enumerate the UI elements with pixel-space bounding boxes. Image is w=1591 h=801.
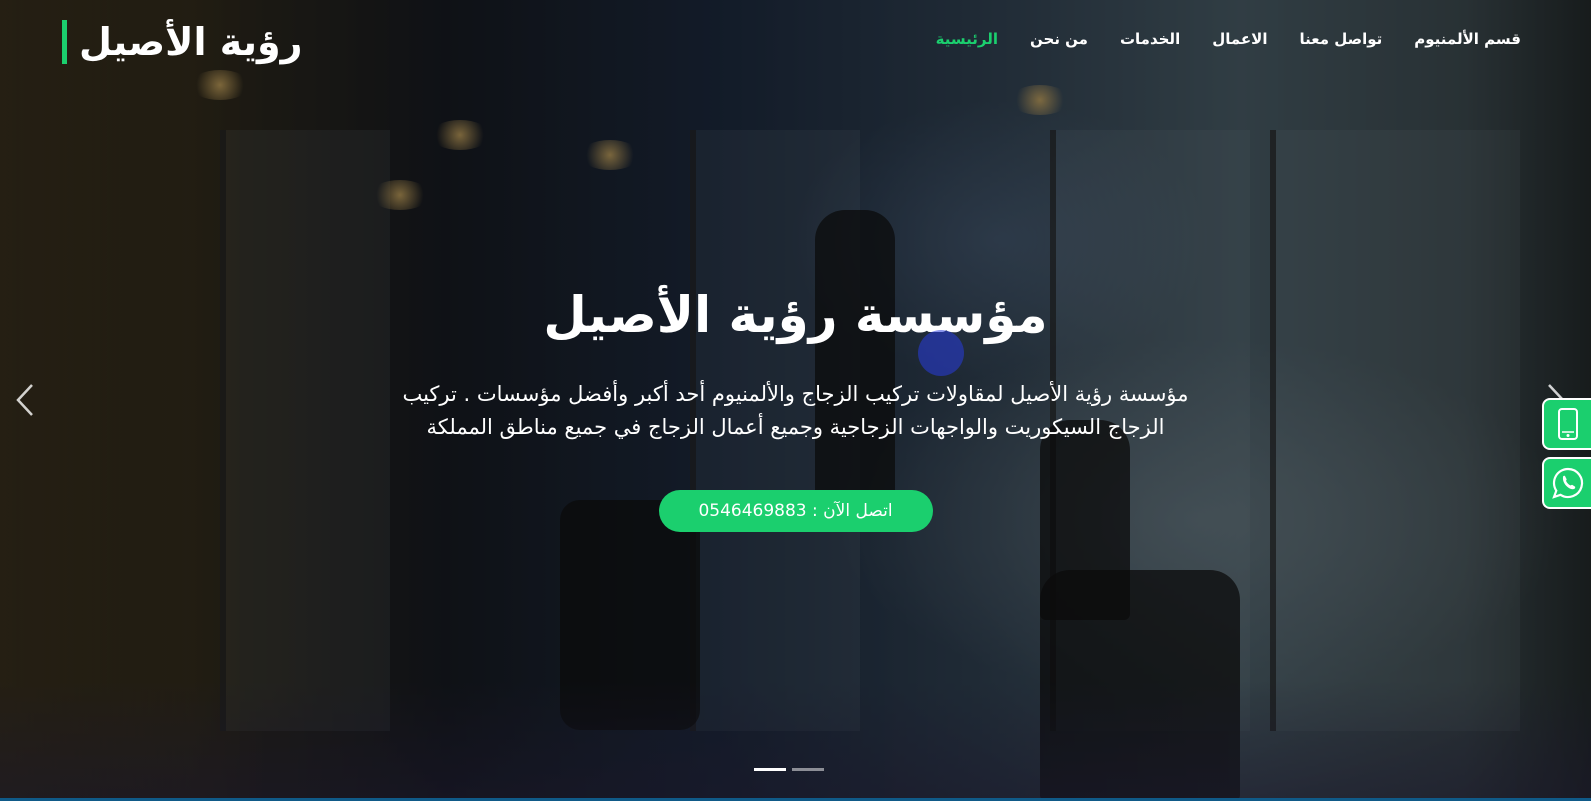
hero-headline: مؤسسة رؤية الأصيل bbox=[543, 286, 1048, 344]
mouse-cursor-highlight bbox=[918, 330, 964, 376]
main-nav: الرئيسية من نحن الخدمات الاعمال تواصل مع… bbox=[936, 30, 1521, 48]
carousel-indicator-1[interactable] bbox=[754, 768, 786, 771]
nav-item-home[interactable]: الرئيسية bbox=[936, 30, 998, 48]
nav-item-works[interactable]: الاعمال bbox=[1212, 30, 1267, 48]
nav-item-services[interactable]: الخدمات bbox=[1120, 30, 1180, 48]
mobile-phone-icon bbox=[1557, 408, 1578, 440]
carousel-indicators bbox=[754, 768, 824, 771]
nav-item-aluminum[interactable]: قسم الألمنيوم bbox=[1414, 30, 1521, 48]
site-header: رؤية الأصيل الرئيسية من نحن الخدمات الاع… bbox=[0, 0, 1591, 84]
floating-call-button[interactable] bbox=[1542, 398, 1591, 450]
carousel-prev-button[interactable] bbox=[5, 380, 45, 420]
nav-item-about[interactable]: من نحن bbox=[1030, 30, 1088, 48]
whatsapp-icon bbox=[1551, 467, 1583, 499]
nav-item-contact[interactable]: تواصل معنا bbox=[1299, 30, 1382, 48]
floating-whatsapp-button[interactable] bbox=[1542, 457, 1591, 509]
site-logo[interactable]: رؤية الأصيل bbox=[62, 20, 303, 64]
hero-subtext: مؤسسة رؤية الأصيل لمقاولات تركيب الزجاج … bbox=[402, 382, 1189, 439]
chevron-left-icon bbox=[16, 384, 33, 416]
carousel-indicator-2[interactable] bbox=[792, 768, 824, 771]
hero-content: مؤسسة رؤية الأصيل مؤسسة رؤية الأصيل لمقا… bbox=[0, 280, 1591, 532]
call-now-button[interactable]: اتصل الآن : 0546469883 bbox=[658, 490, 933, 532]
